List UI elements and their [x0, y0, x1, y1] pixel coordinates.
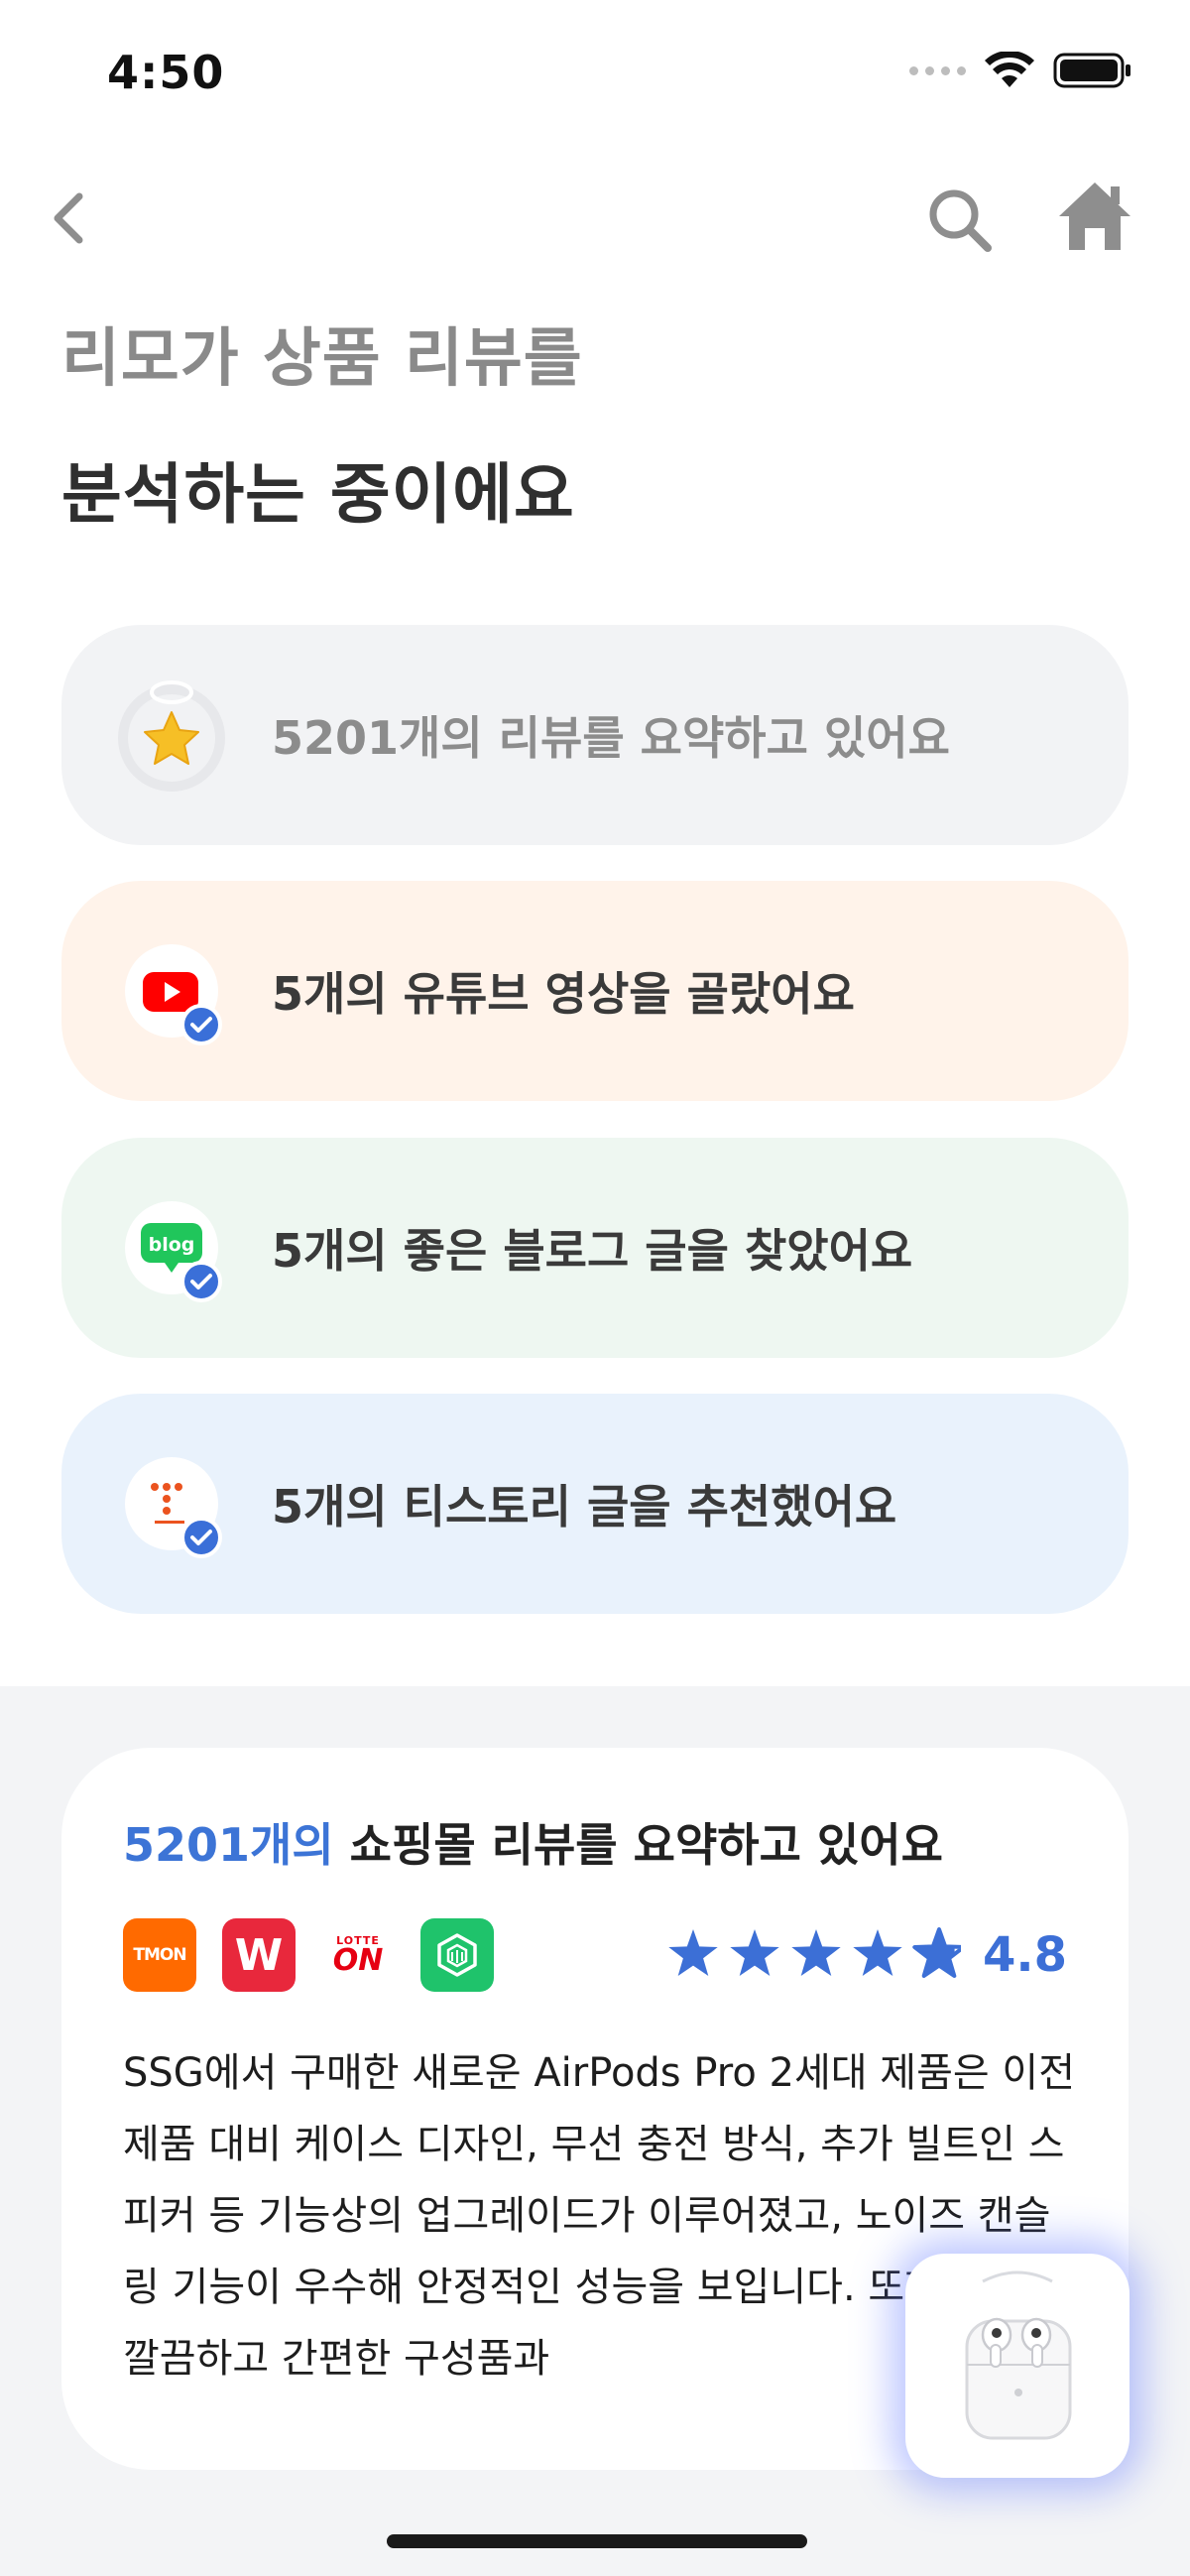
- home-button[interactable]: [1053, 175, 1136, 258]
- summary-title: 5201개의 쇼핑몰 리뷰를 요약하고 있어요: [123, 1809, 943, 1875]
- check-badge-icon: [180, 1517, 222, 1558]
- star-full-icon: [668, 1929, 718, 1976]
- chevron-left-icon: [54, 192, 83, 244]
- star-full-icon: [791, 1929, 841, 1976]
- blog-icon: blog: [113, 1189, 230, 1306]
- step-label: 5201개의 리뷰를 요약하고 있어요: [272, 711, 950, 765]
- step-label: 5개의 좋은 블로그 글을 찾았어요: [272, 1224, 913, 1278]
- summary-title-text: 쇼핑몰 리뷰를 요약하고 있어요: [333, 1818, 943, 1872]
- step-card-review-summary: 5201개의 리뷰를 요약하고 있어요: [61, 625, 1129, 845]
- lotteon-logo: LOTTE ON: [321, 1918, 395, 1992]
- search-icon: [929, 189, 992, 252]
- star-icon: [113, 676, 230, 794]
- star-full-icon: [853, 1929, 902, 1976]
- star-full-icon: [730, 1929, 779, 1976]
- product-thumbnail-button[interactable]: [905, 2254, 1130, 2478]
- home-icon: [1059, 183, 1130, 250]
- youtube-icon: [113, 932, 230, 1049]
- wifi-icon: [985, 52, 1034, 87]
- home-indicator[interactable]: [387, 2534, 807, 2548]
- svg-text:blog: blog: [149, 1234, 195, 1256]
- back-button[interactable]: [42, 179, 101, 258]
- step-card-youtube: 5개의 유튜브 영상을 골랐어요: [61, 881, 1129, 1101]
- tistory-icon: [113, 1445, 230, 1562]
- tmon-logo: TMON: [123, 1918, 196, 1992]
- shopping-mall-logos: TMON W LOTTE ON: [123, 1918, 494, 1992]
- check-badge-icon: [180, 1004, 222, 1045]
- check-badge-icon: [180, 1261, 222, 1302]
- step-label: 5개의 유튜브 영상을 골랐어요: [272, 967, 855, 1021]
- battery-icon: [1053, 53, 1130, 88]
- step-card-tistory: 5개의 티스토리 글을 추천했어요: [61, 1394, 1129, 1614]
- step-label: 5개의 티스토리 글을 추천했어요: [272, 1480, 897, 1533]
- rating-stars: [668, 1927, 961, 1978]
- summary-title-count: 5201개의: [123, 1818, 334, 1872]
- search-button[interactable]: [920, 179, 1000, 258]
- page-subtitle: 리모가 상품 리뷰를: [61, 322, 583, 396]
- status-icons: [909, 52, 1132, 89]
- cellular-signal-icon: [909, 65, 966, 75]
- rating-value: 4.8: [982, 1927, 1067, 1983]
- page-title: 분석하는 중이에요: [61, 456, 575, 533]
- rating: 4.8: [663, 1918, 1067, 1992]
- status-bar: 4:50: [0, 0, 1190, 149]
- airpods-image: [965, 2270, 1072, 2440]
- step-card-blog: blog 5개의 좋은 블로그 글을 찾았어요: [61, 1138, 1129, 1358]
- status-time: 4:50: [107, 46, 225, 99]
- naver-store-logo: [420, 1918, 494, 1992]
- wemakeprice-logo: W: [222, 1918, 296, 1992]
